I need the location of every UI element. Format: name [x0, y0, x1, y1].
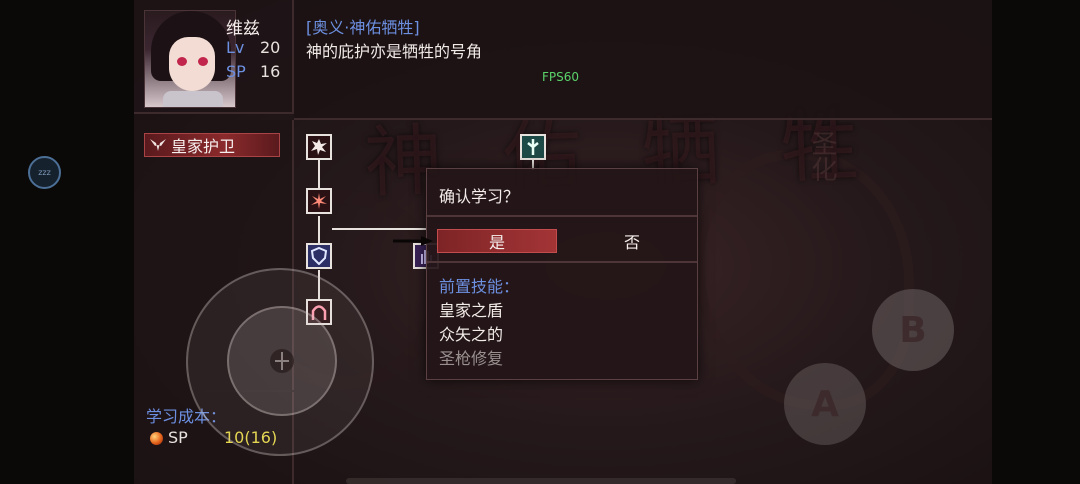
prereq-item: 众矢之的: [439, 325, 504, 344]
level-value: 20: [260, 38, 281, 57]
explosion-icon: [311, 193, 327, 209]
cost-label: SP: [168, 428, 188, 447]
shield-icon: [310, 247, 328, 265]
class-name: 皇家护卫: [171, 137, 236, 156]
background-calligraphy-small: 圣化: [807, 130, 837, 182]
dialog-title: 确认学习？: [439, 187, 520, 206]
sleep-status-bubble[interactable]: zzz: [28, 156, 61, 189]
skill-description: 神的庇护亦是牺牲的号角: [306, 42, 483, 61]
divider: [427, 261, 697, 263]
yes-button[interactable]: 是: [437, 229, 557, 253]
confirm-learn-dialog: 确认学习？ 是 否 前置技能： 皇家之盾 众矢之的 圣枪修复: [393, 168, 698, 380]
virtual-joystick-thumb[interactable]: [227, 306, 337, 416]
sleep-label: zzz: [38, 168, 51, 177]
winged-emblem-icon: [148, 135, 168, 155]
b-button-label: B: [899, 309, 927, 351]
skill-node-shield[interactable]: [306, 243, 332, 269]
character-panel: 维兹 Lv 20 SP 16: [134, 0, 294, 114]
a-button[interactable]: A: [784, 363, 866, 445]
prereq-title: 前置技能：: [439, 277, 520, 296]
class-tab-royal-guard[interactable]: 皇家护卫: [144, 133, 280, 157]
character-name: 维兹: [226, 19, 260, 39]
no-button-label: 否: [623, 233, 640, 252]
sp-orb-icon: [150, 432, 163, 445]
a-button-label: A: [811, 383, 839, 425]
prereq-item: 皇家之盾: [439, 301, 504, 320]
skill-node-explosion[interactable]: [306, 188, 332, 214]
no-button[interactable]: 否: [577, 229, 687, 253]
selection-arrow-icon: [393, 236, 433, 246]
b-button[interactable]: B: [872, 289, 954, 371]
home-indicator-bar[interactable]: [346, 478, 736, 484]
fps-counter: FPS60: [542, 70, 580, 84]
helmet-icon: [270, 349, 294, 373]
skill-description-panel: [奥义·神佑牺牲] 神的庇护亦是牺牲的号角 FPS60 换: [294, 0, 992, 120]
yes-button-label: 是: [488, 233, 505, 252]
sp-label: SP: [226, 62, 246, 81]
skill-title: [奥义·神佑牺牲]: [306, 18, 420, 37]
prereq-item: 圣枪修复: [439, 349, 504, 368]
character-portrait: [144, 10, 236, 108]
burst-icon: [311, 139, 327, 155]
sp-value: 16: [260, 62, 281, 81]
level-label: Lv: [226, 38, 245, 57]
skill-node-spear[interactable]: [520, 134, 546, 160]
skill-node-burst[interactable]: [306, 134, 332, 160]
divider: [427, 215, 697, 217]
spear-icon: [527, 139, 539, 155]
